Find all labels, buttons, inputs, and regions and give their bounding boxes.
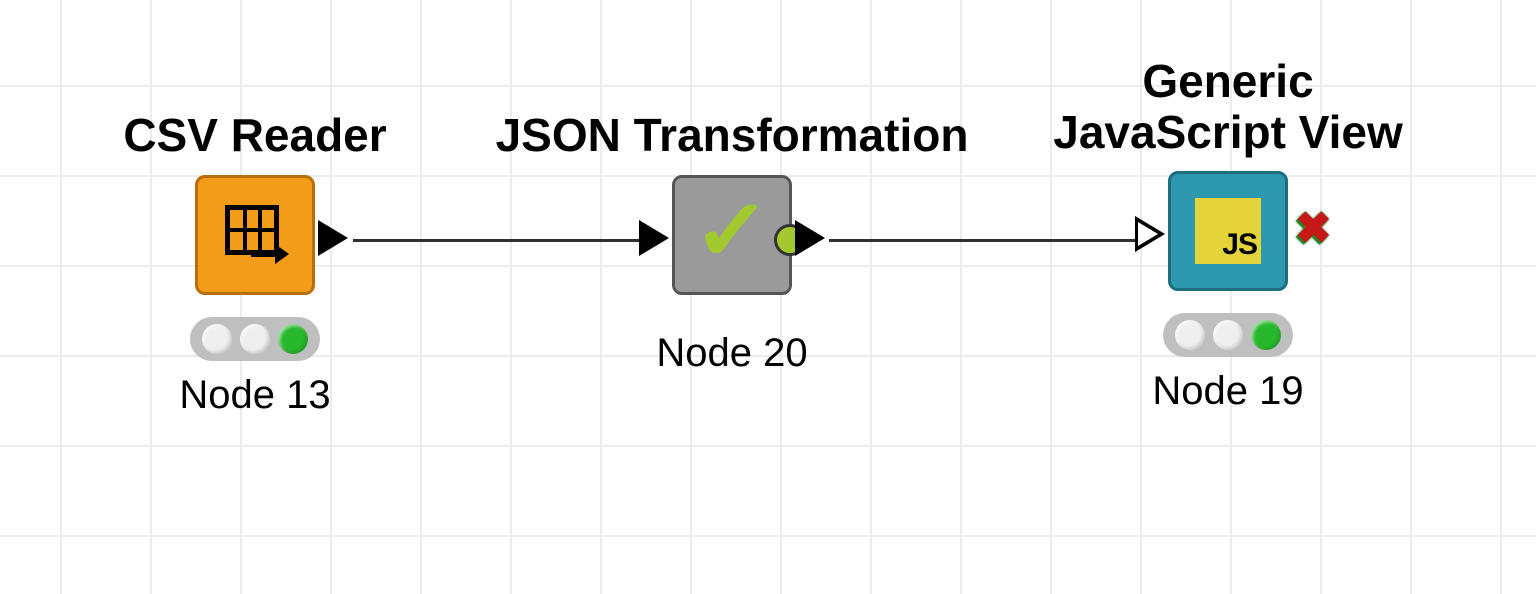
node-box[interactable]: ✓ [672,175,792,295]
table-export-icon [225,205,285,265]
status-indicator [190,317,320,361]
checkmark-icon: ✓ [692,188,771,274]
node-csv-reader[interactable]: CSV Reader Node 13 [90,110,420,418]
node-id-label: Node 19 [1020,369,1436,414]
input-port-icon[interactable] [639,220,669,256]
status-dot [1175,320,1205,350]
workflow-canvas[interactable]: CSV Reader Node 13 JSON Transformation ✓… [0,0,1536,594]
status-dot [1213,320,1243,350]
node-title: CSV Reader [90,110,420,161]
node-box[interactable]: JS [1168,171,1288,291]
js-icon: JS [1195,198,1261,264]
output-port-disabled-icon[interactable] [1293,216,1329,252]
node-box[interactable] [195,175,315,295]
output-port-icon[interactable] [795,220,825,256]
status-indicator [1163,313,1293,357]
node-title-line2: JavaScript View [1020,107,1436,158]
status-dot [278,324,308,354]
node-json-transformation[interactable]: JSON Transformation ✓ Node 20 [472,110,992,376]
output-port-icon[interactable] [318,220,348,256]
node-title: JSON Transformation [472,110,992,161]
node-javascript-view[interactable]: Generic JavaScript View JS Node 19 [1020,56,1436,414]
node-id-label: Node 20 [472,331,992,376]
node-title-line1: Generic [1020,56,1436,107]
status-dot [240,324,270,354]
status-dot [1251,320,1281,350]
input-port-icon[interactable] [1135,216,1165,252]
node-id-label: Node 13 [90,373,420,418]
status-dot [202,324,232,354]
